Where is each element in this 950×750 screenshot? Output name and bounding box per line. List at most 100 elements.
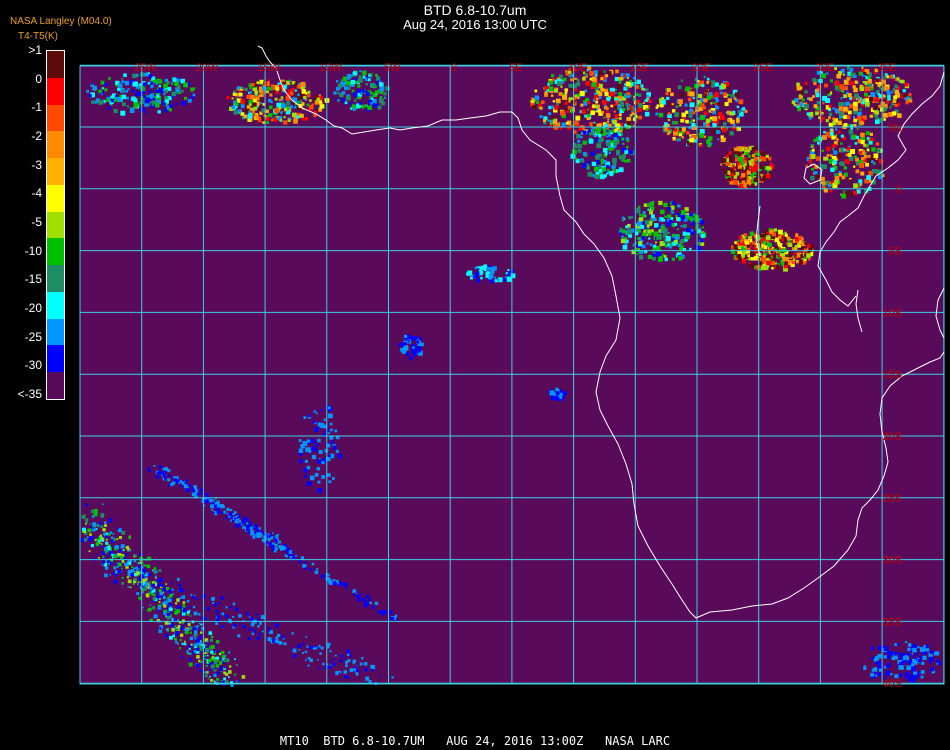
cloud-pixel — [864, 155, 868, 159]
cloud-pixel — [200, 631, 203, 634]
cloud-pixel — [291, 632, 294, 635]
cloud-pixel — [576, 133, 581, 139]
cloud-pixel — [878, 82, 881, 85]
cloud-pixel — [211, 597, 215, 601]
cloud-pixel — [417, 343, 420, 347]
cloud-pixel — [298, 649, 301, 651]
cloud-pixel — [323, 418, 326, 421]
cloud-pixel — [136, 571, 140, 576]
cloud-pixel — [258, 527, 261, 530]
cloud-pixel — [211, 656, 215, 659]
cloud-pixel — [168, 108, 172, 112]
cloud-pixel — [187, 483, 191, 487]
cloud-pixel — [697, 117, 700, 120]
cloud-pixel — [745, 152, 749, 155]
cloud-pixel — [636, 209, 641, 214]
cloud-pixel — [734, 92, 740, 97]
cloud-pixel — [186, 610, 190, 614]
cloud-pixel — [613, 110, 616, 113]
cloud-pixel — [275, 636, 278, 640]
cloud-pixel — [653, 244, 657, 248]
cloud-pixel — [816, 88, 820, 92]
cloud-pixel — [181, 642, 184, 645]
cloud-pixel — [154, 575, 157, 578]
cloud-pixel — [154, 474, 156, 477]
cloud-pixel — [359, 662, 363, 666]
cloud-pixel — [595, 174, 600, 179]
cloud-pixel — [748, 264, 751, 267]
cloud-pixel — [617, 107, 620, 110]
cloud-pixel — [297, 93, 300, 97]
cloud-pixel — [273, 117, 278, 122]
cloud-pixel — [565, 121, 569, 125]
cloud-pixel — [82, 516, 86, 520]
cloud-pixel — [123, 73, 127, 77]
cloud-pixel — [85, 523, 87, 525]
cloud-pixel — [878, 104, 882, 108]
cloud-pixel — [693, 83, 699, 89]
cloud-pixel — [381, 102, 384, 106]
cloud-pixel — [356, 591, 358, 594]
cloud-pixel — [321, 574, 325, 578]
cloud-pixel — [671, 201, 676, 205]
cloud-pixel — [351, 89, 355, 93]
cloud-pixel — [474, 266, 478, 269]
cloud-pixel — [301, 101, 305, 105]
cloud-pixel — [591, 82, 597, 87]
cloud-pixel — [113, 579, 118, 584]
cloud-pixel — [196, 663, 200, 668]
cloud-pixel — [842, 73, 845, 76]
cloud-pixel — [666, 96, 670, 100]
cloud-pixel — [914, 661, 918, 665]
cloud-pixel — [186, 600, 190, 603]
cloud-pixel — [583, 102, 588, 106]
cloud-pixel — [739, 184, 744, 189]
cloud-pixel — [922, 655, 927, 660]
cloud-pixel — [671, 120, 676, 125]
cloud-pixel — [904, 675, 908, 679]
cloud-pixel — [771, 266, 774, 270]
cloud-pixel — [145, 593, 149, 597]
cloud-pixel — [225, 516, 229, 520]
cloud-pixel — [742, 183, 747, 187]
cloud-pixel — [607, 118, 610, 121]
cloud-pixel — [643, 229, 647, 233]
cloud-pixel — [92, 528, 96, 532]
cloud-pixel — [855, 135, 859, 139]
cloud-pixel — [284, 643, 287, 646]
cloud-pixel — [111, 572, 115, 575]
cloud-pixel — [286, 101, 291, 105]
cloud-pixel — [291, 551, 294, 553]
cloud-pixel — [828, 116, 831, 120]
cloud-pixel — [336, 99, 340, 102]
cloud-pixel — [365, 599, 367, 602]
cloud-pixel — [158, 579, 160, 581]
cloud-pixel — [329, 650, 332, 653]
cloud-pixel — [328, 578, 332, 582]
cloud-pixel — [675, 214, 678, 218]
cloud-pixel — [657, 246, 660, 250]
cloud-pixel — [178, 584, 182, 587]
cloud-pixel — [212, 512, 215, 514]
cloud-pixel — [122, 549, 125, 552]
cloud-pixel — [602, 128, 606, 131]
cloud-pixel — [791, 260, 795, 265]
cloud-pixel — [846, 76, 851, 81]
cloud-pixel — [190, 643, 193, 646]
cloud-pixel — [622, 107, 626, 112]
cloud-pixel — [859, 86, 864, 92]
cloud-pixel — [750, 173, 754, 177]
cloud-pixel — [220, 511, 224, 515]
cloud-pixel — [120, 110, 126, 116]
cloud-pixel — [188, 647, 191, 650]
cloud-pixel — [778, 229, 783, 235]
cloud-pixel — [892, 99, 897, 104]
cloud-pixel — [257, 618, 260, 621]
cloud-pixel — [679, 92, 684, 98]
cloud-pixel — [643, 203, 648, 207]
cloud-pixel — [845, 153, 849, 157]
cloud-pixel — [157, 606, 162, 610]
cloud-pixel — [305, 447, 310, 452]
cloud-pixel — [140, 107, 145, 112]
cloud-pixel — [149, 604, 152, 606]
